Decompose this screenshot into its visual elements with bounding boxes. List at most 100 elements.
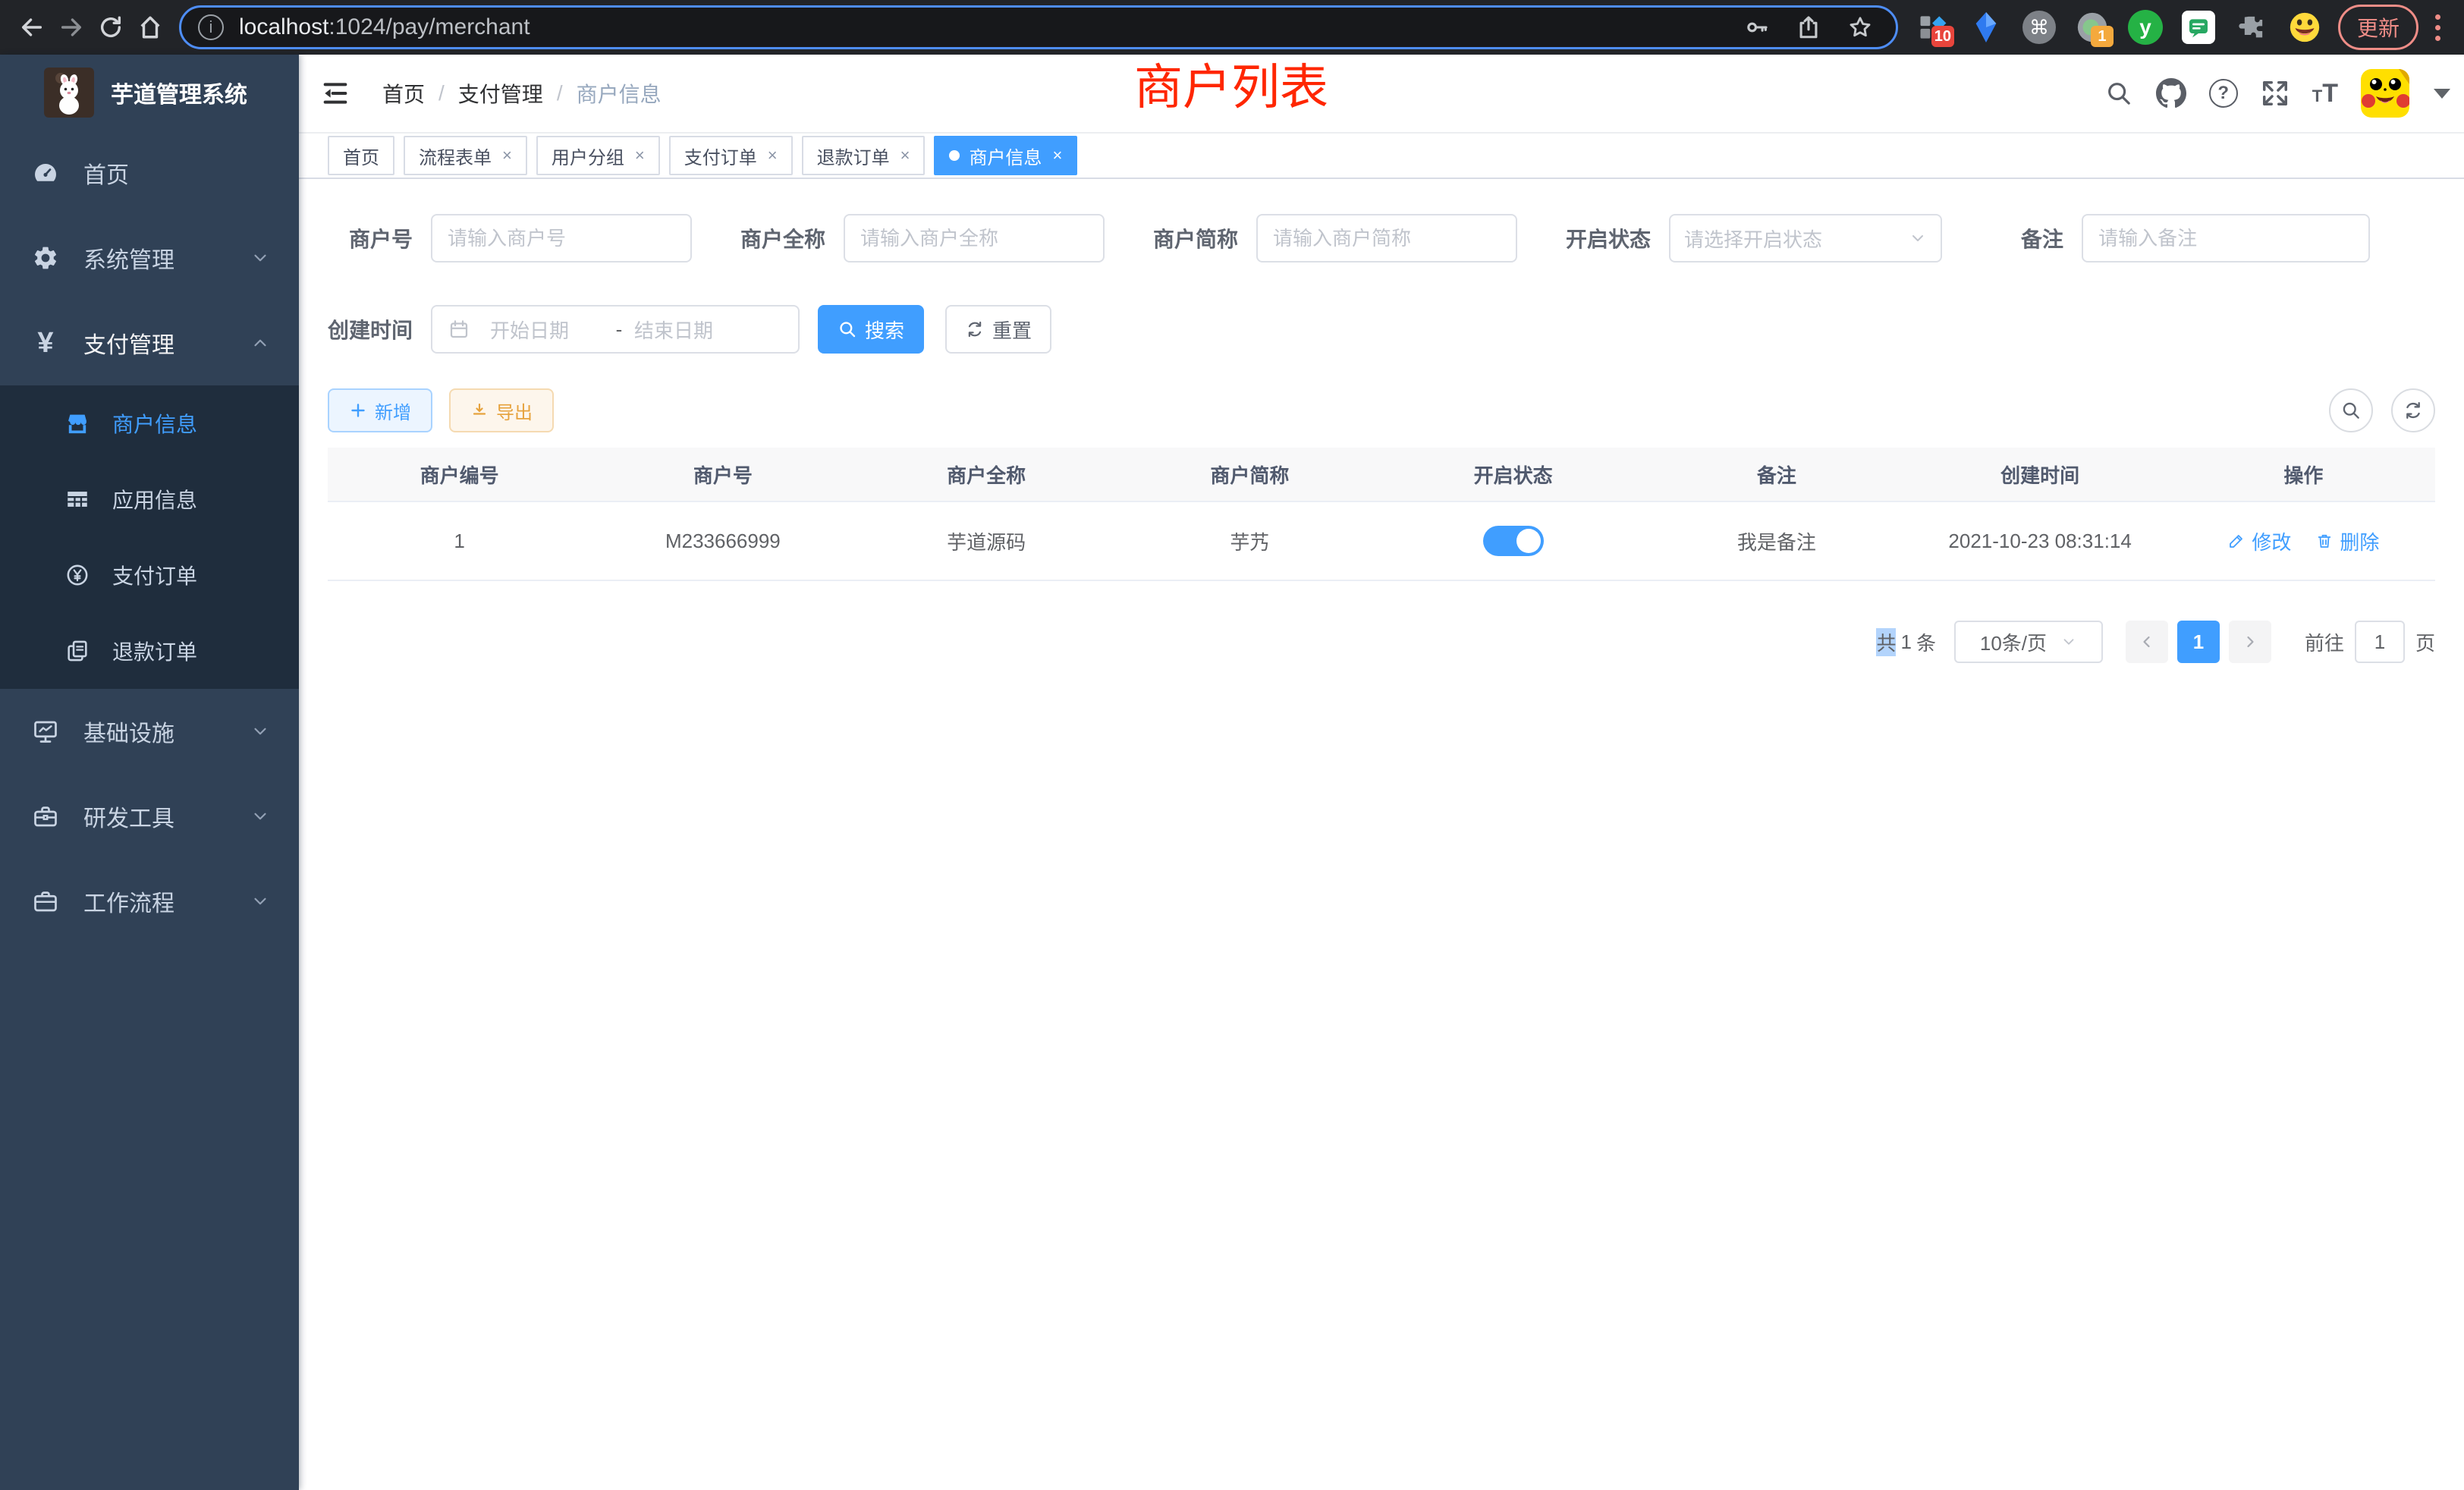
col-full-name: 商户全称 <box>855 461 1118 489</box>
sidebar-item-devtools[interactable]: 研发工具 <box>0 774 299 859</box>
delete-link[interactable]: 删除 <box>2315 527 2379 555</box>
url-bar[interactable]: i localhost:1024/pay/merchant <box>179 5 1898 49</box>
remark-input[interactable] <box>2082 214 2370 262</box>
date-end-placeholder: 结束日期 <box>634 316 748 344</box>
chevron-down-icon <box>1909 229 1927 247</box>
ext-recorder-icon[interactable]: 1 <box>2071 6 2114 49</box>
forward-icon[interactable] <box>52 8 91 47</box>
home-icon[interactable] <box>130 8 170 47</box>
tab-merchant-info[interactable]: 商户信息 × <box>934 136 1077 175</box>
sidebar-item-system[interactable]: 系统管理 <box>0 215 299 300</box>
bookmark-star-icon[interactable] <box>1847 14 1873 40</box>
ext-command-icon[interactable]: ⌘ <box>2018 6 2060 49</box>
status-toggle[interactable] <box>1483 526 1544 556</box>
breadcrumb-pay[interactable]: 支付管理 <box>458 78 543 108</box>
search-button[interactable]: 搜索 <box>818 305 924 354</box>
sidebar-item-refund-order[interactable]: 退款订单 <box>0 613 299 689</box>
page-size-select[interactable]: 10条/页 <box>1954 621 2103 663</box>
font-size-icon[interactable]: TT <box>2312 79 2338 108</box>
sidebar-item-label: 应用信息 <box>112 484 197 514</box>
extensions-puzzle-icon[interactable] <box>2230 6 2273 49</box>
close-icon[interactable]: × <box>635 146 645 165</box>
reload-icon[interactable] <box>91 8 130 47</box>
gear-icon <box>29 244 62 272</box>
add-button[interactable]: 新增 <box>328 388 432 432</box>
store-icon <box>61 410 94 436</box>
tab-process-form[interactable]: 流程表单 × <box>404 136 527 175</box>
sidebar-item-app-info[interactable]: 应用信息 <box>0 461 299 537</box>
url-text: localhost:1024/pay/merchant <box>239 14 530 40</box>
yen-icon: ¥ <box>29 328 62 357</box>
toggle-search-icon[interactable] <box>2329 388 2373 432</box>
password-key-icon[interactable] <box>1744 14 1770 40</box>
breadcrumb-home[interactable]: 首页 <box>382 78 425 108</box>
site-info-icon[interactable]: i <box>198 14 224 40</box>
sidebar-item-label: 支付管理 <box>83 326 174 360</box>
help-icon[interactable]: ? <box>2209 79 2238 108</box>
short-name-input[interactable] <box>1256 214 1517 262</box>
ext-emoji-icon[interactable] <box>2283 6 2326 49</box>
browser-update-button[interactable]: 更新 <box>2338 5 2418 50</box>
grid-table-icon <box>61 486 94 512</box>
sidebar-item-pay[interactable]: ¥ 支付管理 <box>0 300 299 385</box>
ext-chat-icon[interactable] <box>2177 6 2220 49</box>
refresh-icon[interactable] <box>2391 388 2435 432</box>
tab-label: 商户信息 <box>969 143 1042 169</box>
ext-downloader-icon[interactable]: 10 <box>1912 6 1954 49</box>
chevron-down-icon <box>2060 633 2077 650</box>
merchant-no-label: 商户号 <box>328 223 413 253</box>
sidebar-item-label: 商户信息 <box>112 408 197 439</box>
back-icon[interactable] <box>12 8 52 47</box>
header-search-icon[interactable] <box>2104 79 2133 108</box>
full-name-input[interactable] <box>844 214 1105 262</box>
screen: i localhost:1024/pay/merchant 10 <box>0 0 2464 1490</box>
sidebar-item-merchant-info[interactable]: 商户信息 <box>0 385 299 461</box>
calendar-icon <box>448 318 470 341</box>
reset-button[interactable]: 重置 <box>945 305 1051 354</box>
close-icon[interactable]: × <box>1052 146 1062 165</box>
status-select[interactable]: 请选择开启状态 <box>1669 214 1942 262</box>
next-page-button[interactable] <box>2229 621 2271 663</box>
github-icon[interactable] <box>2156 78 2186 108</box>
short-name-label: 商户简称 <box>1153 223 1238 253</box>
export-button[interactable]: 导出 <box>449 388 554 432</box>
close-icon[interactable]: × <box>768 146 778 165</box>
sidebar-item-home[interactable]: 首页 <box>0 130 299 215</box>
ext-kite-icon[interactable] <box>1965 6 2007 49</box>
sidebar-item-label: 首页 <box>83 156 129 190</box>
tab-label: 退款订单 <box>817 143 890 169</box>
tab-home[interactable]: 首页 <box>328 136 394 175</box>
goto-page-input[interactable] <box>2355 621 2405 663</box>
share-icon[interactable] <box>1796 14 1821 40</box>
tab-user-group[interactable]: 用户分组 × <box>536 136 660 175</box>
page-1-button[interactable]: 1 <box>2177 621 2220 663</box>
sidebar-item-pay-order[interactable]: 支付订单 <box>0 537 299 613</box>
cell-remark: 我是备注 <box>1645 527 1908 555</box>
monitor-icon <box>29 718 62 745</box>
tab-pay-order[interactable]: 支付订单 × <box>669 136 793 175</box>
sidebar-logo[interactable]: 芋道管理系统 <box>0 55 299 130</box>
cell-create-time: 2021-10-23 08:31:14 <box>1909 530 2172 553</box>
sidebar-item-label: 支付订单 <box>112 560 197 590</box>
close-icon[interactable]: × <box>900 146 910 165</box>
filter-row-1: 商户号 商户全称 商户简称 开启状态 请选择开启状态 <box>328 214 2435 262</box>
close-icon[interactable]: × <box>502 146 512 165</box>
edit-link[interactable]: 修改 <box>2227 527 2291 555</box>
user-avatar[interactable] <box>2361 69 2409 118</box>
toolbox-icon <box>29 803 62 830</box>
sidebar-item-infra[interactable]: 基础设施 <box>0 689 299 774</box>
logo-avatar <box>44 68 94 118</box>
avatar-caret-icon[interactable] <box>2434 89 2450 99</box>
tags-view: 首页 流程表单 × 用户分组 × 支付订单 × 退款订单 × <box>299 134 2464 179</box>
cell-short-name: 芋艿 <box>1118 527 1381 555</box>
tab-refund-order[interactable]: 退款订单 × <box>802 136 926 175</box>
fullscreen-icon[interactable] <box>2261 79 2290 108</box>
cell-full-name: 芋道源码 <box>855 527 1118 555</box>
browser-menu-icon[interactable] <box>2426 14 2449 41</box>
ext-y-icon[interactable]: y <box>2124 6 2167 49</box>
prev-page-button[interactable] <box>2126 621 2168 663</box>
date-range-picker[interactable]: 开始日期 - 结束日期 <box>431 305 800 354</box>
hamburger-icon[interactable] <box>299 78 372 108</box>
merchant-no-input[interactable] <box>431 214 692 262</box>
sidebar-item-workflow[interactable]: 工作流程 <box>0 859 299 944</box>
